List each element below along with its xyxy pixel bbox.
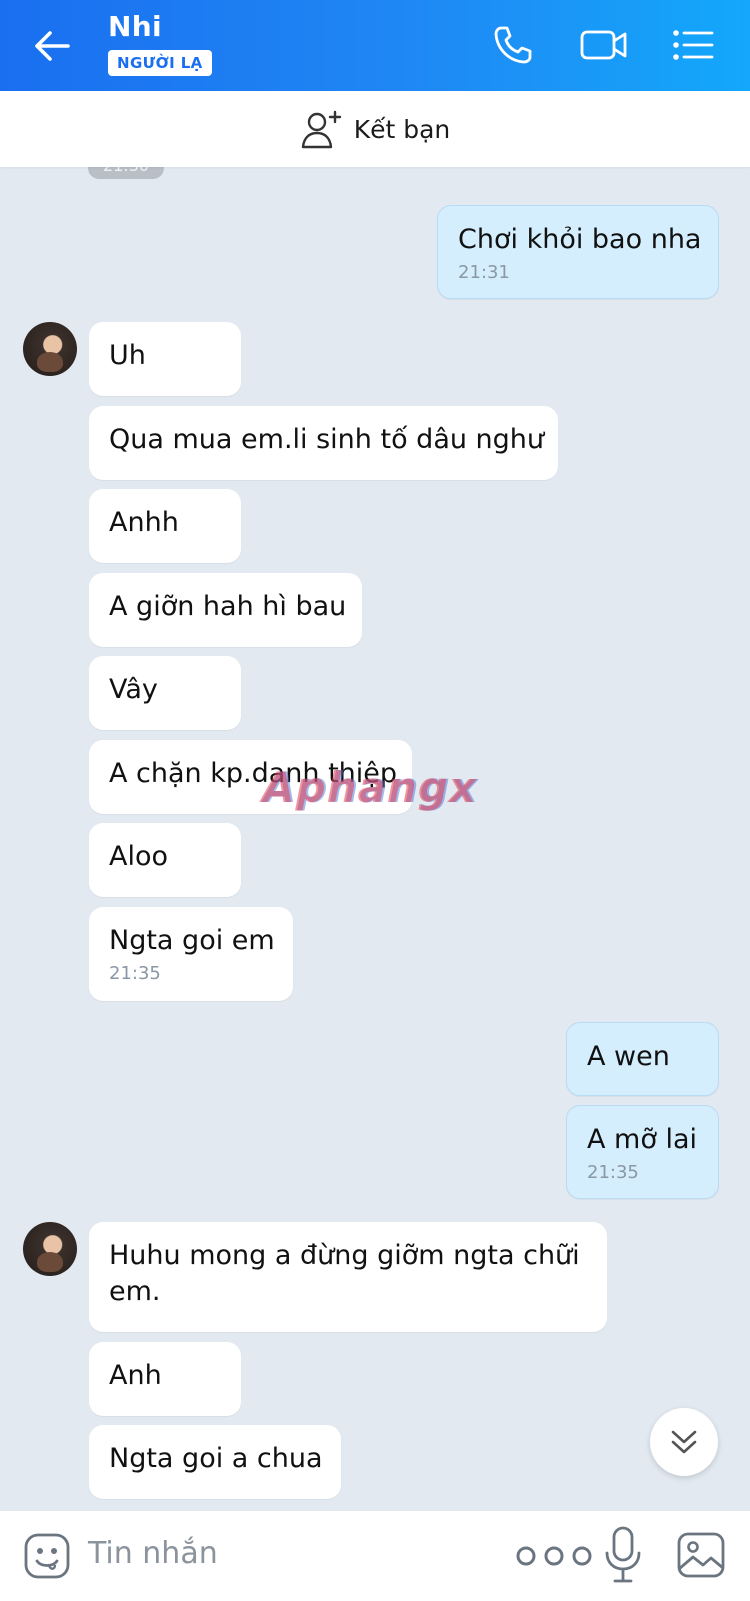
- add-friend-label: Kết bạn: [353, 114, 451, 144]
- emoji-icon: [24, 1533, 70, 1579]
- more-options-icon: [516, 1546, 592, 1566]
- message-time: 21:35: [587, 1162, 639, 1183]
- message-bubble-outgoing[interactable]: Chơi khỏi bao nha 21:31: [437, 205, 719, 299]
- back-button[interactable]: [28, 22, 76, 70]
- message-text: Aloo: [109, 841, 169, 872]
- message-bubble-incoming[interactable]: Vây: [89, 656, 241, 730]
- scroll-to-bottom-button[interactable]: [650, 1408, 718, 1476]
- message-text: A giỡn hah hì bau: [109, 591, 347, 622]
- message-bubble-incoming[interactable]: Aloo: [89, 823, 241, 897]
- back-arrow-icon: [35, 31, 70, 61]
- message-text: Huhu mong a đừng giỡm ngta chữi em.: [109, 1240, 580, 1307]
- menu-button[interactable]: [666, 20, 720, 70]
- message-bubble-incoming[interactable]: Qua mua em.li sinh tố dâu nghư: [89, 406, 558, 480]
- image-icon: [677, 1532, 725, 1578]
- message-text: Ngta goi a chua: [109, 1443, 323, 1474]
- more-options-button[interactable]: [513, 1541, 595, 1571]
- voice-message-button[interactable]: [603, 1525, 643, 1585]
- video-call-icon: [580, 30, 627, 60]
- chat-messages[interactable]: 21:30 Chơi khỏi bao nha 21:31 Uh Qua mua…: [0, 167, 750, 1510]
- message-text: Qua mua em.li sinh tố dâu nghư: [109, 424, 545, 455]
- message-bubble-incoming[interactable]: Huhu mong a đừng giỡm ngta chữi em.: [89, 1222, 607, 1332]
- emoji-button[interactable]: [22, 1531, 72, 1581]
- contact-avatar[interactable]: [23, 1222, 77, 1276]
- message-bubble-incoming[interactable]: Uh: [89, 322, 241, 396]
- message-text: A wen: [587, 1041, 670, 1072]
- watermark: Aphangx: [262, 763, 477, 812]
- message-input[interactable]: Tin nhắn: [88, 1536, 218, 1571]
- contact-avatar[interactable]: [23, 322, 77, 376]
- stranger-badge: NGƯỜI LẠ: [108, 50, 212, 76]
- message-text: Anhh: [109, 507, 179, 538]
- message-bubble-incoming[interactable]: A giỡn hah hì bau: [89, 573, 362, 647]
- message-bubble-incoming[interactable]: Anhh: [89, 489, 241, 563]
- send-image-button[interactable]: [676, 1531, 726, 1579]
- message-text: Vây: [109, 674, 158, 705]
- message-text: Anh: [109, 1360, 162, 1391]
- menu-list-icon: [673, 30, 714, 60]
- add-friend-bar[interactable]: Kết bạn: [0, 91, 750, 167]
- time-separator: 21:30: [88, 167, 164, 179]
- message-text: Chơi khỏi bao nha: [458, 224, 702, 255]
- message-input-bar: Tin nhắn: [0, 1510, 750, 1601]
- message-bubble-outgoing[interactable]: A wen: [566, 1022, 719, 1096]
- microphone-icon: [605, 1526, 641, 1583]
- message-bubble-incoming[interactable]: Anh: [89, 1342, 241, 1416]
- chat-header: Nhi NGƯỜI LẠ: [0, 0, 750, 91]
- double-chevron-down-icon: [671, 1430, 697, 1454]
- voice-call-button[interactable]: [486, 20, 540, 70]
- message-text: Ngta goi em: [109, 925, 275, 956]
- message-text: Uh: [109, 340, 146, 371]
- phone-icon: [494, 26, 532, 64]
- message-bubble-incoming[interactable]: Ngta goi em 21:35: [89, 907, 293, 1001]
- message-time: 21:31: [458, 262, 510, 283]
- contact-name[interactable]: Nhi: [108, 10, 162, 43]
- video-call-button[interactable]: [577, 20, 631, 70]
- add-friend-icon: [301, 110, 341, 149]
- message-text: A mỡ lai: [587, 1124, 698, 1155]
- message-bubble-incoming[interactable]: Ngta goi a chua: [89, 1425, 341, 1499]
- message-bubble-outgoing[interactable]: A mỡ lai 21:35: [566, 1105, 719, 1199]
- message-time: 21:35: [109, 963, 161, 984]
